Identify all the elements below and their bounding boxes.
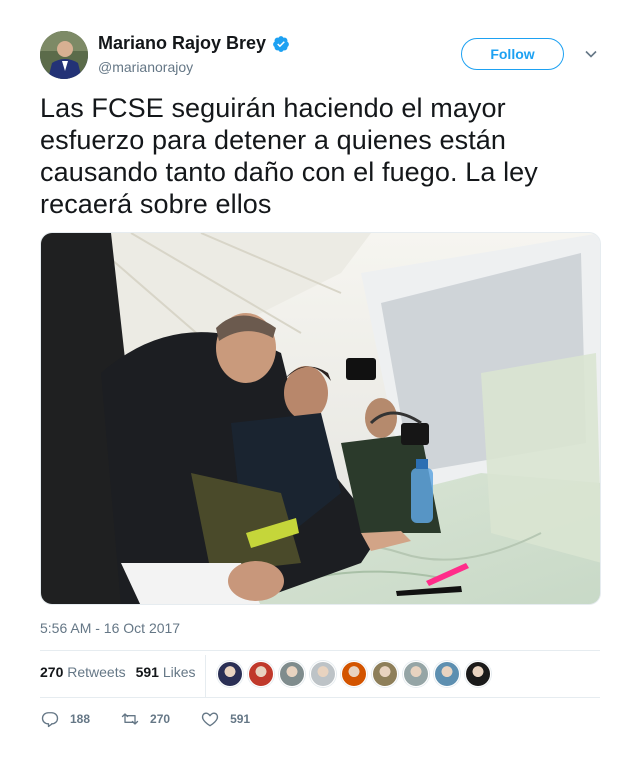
retweets-count: 270 — [40, 664, 64, 680]
author-name[interactable]: Mariano Rajoy Brey — [98, 33, 266, 54]
liker-avatar[interactable] — [217, 661, 243, 687]
liker-avatar[interactable] — [279, 661, 305, 687]
like-action[interactable]: 591 — [200, 709, 250, 729]
stats-separator — [205, 655, 206, 697]
tweet-stats: 270 Retweets 591 Likes — [40, 664, 196, 680]
chevron-down-icon[interactable] — [584, 47, 598, 61]
liker-avatar[interactable] — [434, 661, 460, 687]
retweet-action[interactable]: 270 — [120, 709, 170, 729]
tweet-timestamp[interactable]: 5:56 AM - 16 Oct 2017 — [40, 620, 180, 636]
likes-stat[interactable]: 591 Likes — [136, 664, 196, 680]
author-avatar[interactable] — [40, 31, 88, 79]
reply-icon — [41, 712, 59, 728]
retweet-count: 270 — [150, 712, 171, 726]
verified-badge-icon — [273, 35, 289, 52]
tweet-text: Las FCSE seguirán haciendo el mayor esfu… — [40, 93, 538, 219]
likes-count: 591 — [135, 664, 159, 680]
retweet-icon — [121, 713, 139, 725]
reply-action[interactable]: 188 — [40, 709, 90, 729]
retweets-stat[interactable]: 270 Retweets — [40, 664, 126, 680]
reply-count: 188 — [70, 712, 91, 726]
liker-avatar[interactable] — [310, 661, 336, 687]
follow-button[interactable]: Follow — [461, 38, 564, 70]
like-count: 591 — [230, 712, 251, 726]
tweet-actions: 188 270 591 — [40, 709, 280, 729]
liker-avatar[interactable] — [341, 661, 367, 687]
liker-avatar[interactable] — [403, 661, 429, 687]
retweets-label: Retweets — [67, 664, 126, 680]
divider-bottom — [40, 697, 600, 698]
liker-avatar[interactable] — [248, 661, 274, 687]
divider-top — [40, 650, 600, 651]
photo-illustration — [41, 233, 600, 604]
likes-label: Likes — [162, 664, 196, 680]
author-handle[interactable]: @marianorajoy — [98, 59, 193, 75]
heart-icon — [201, 712, 219, 727]
liker-avatar[interactable] — [465, 661, 491, 687]
liker-avatars — [217, 661, 491, 687]
tweet-photo[interactable] — [40, 232, 601, 605]
author-name-row[interactable]: Mariano Rajoy Brey — [98, 33, 290, 54]
liker-avatar[interactable] — [372, 661, 398, 687]
